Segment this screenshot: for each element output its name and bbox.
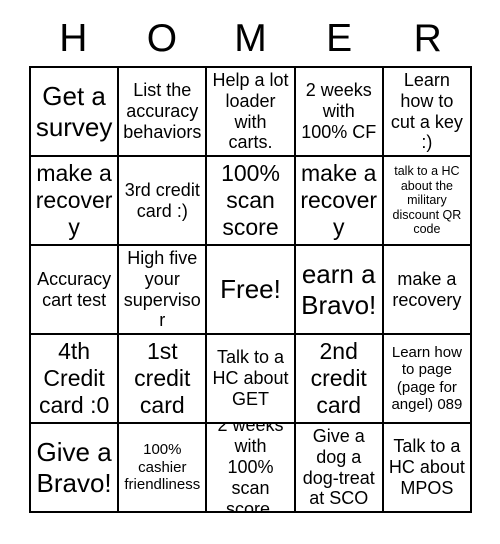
bingo-cell-label: 2 weeks with 100% CF [301, 80, 377, 142]
bingo-cell-r1c4[interactable]: 2 weeks with 100% CF [295, 68, 384, 157]
bingo-cell-label: 4th Credit card :0 [38, 338, 110, 418]
bingo-cell-r2c1[interactable]: make a recovery [31, 157, 120, 246]
bingo-cell-label: make a recovery [300, 160, 378, 240]
bingo-card: H O M E R Get a survey List the accuracy… [29, 10, 473, 513]
bingo-cell-label: Learn how to page (page for angel) 089 [391, 343, 463, 413]
header-letter-4: E [326, 16, 353, 60]
bingo-cell-label: earn a Bravo! [301, 259, 377, 320]
bingo-cell-r3c2[interactable]: High five your supervisor [119, 246, 208, 335]
bingo-cell-r4c5[interactable]: Learn how to page (page for angel) 089 [383, 335, 473, 424]
bingo-cell-label: 100% cashier friendliness [124, 441, 201, 494]
bingo-cell-label: Give a dog a dog-treat at SCO [302, 425, 375, 509]
bingo-cell-label: Help a lot loader with carts. [212, 69, 289, 153]
bingo-cell-r5c3[interactable]: 2 weeks with 100% scan score. [207, 424, 296, 513]
bingo-cell-label: 2nd credit card [310, 338, 367, 418]
bingo-cell-r2c5[interactable]: talk to a HC about the military discount… [383, 157, 473, 246]
bingo-cell-r1c3[interactable]: Help a lot loader with carts. [207, 68, 296, 157]
bingo-row: Accuracy cart test High five your superv… [31, 246, 473, 335]
bingo-cell-free-space[interactable]: Free! [207, 246, 296, 335]
bingo-cell-label: Talk to a HC about MPOS [388, 436, 465, 498]
bingo-cell-label: Get a survey [35, 81, 113, 142]
bingo-cell-label: High five your supervisor [123, 247, 201, 331]
bingo-cell-label: List the accuracy behaviors [123, 80, 202, 142]
bingo-row: Get a survey List the accuracy behaviors… [31, 68, 473, 157]
bingo-cell-label: Free! [220, 274, 281, 305]
bingo-cell-label: talk to a HC about the military discount… [392, 164, 462, 237]
header-letter-3: M [234, 16, 267, 60]
bingo-cell-r5c1[interactable]: Give a Bravo! [31, 424, 120, 513]
bingo-cell-label: 100% scan score [221, 160, 280, 240]
bingo-cell-r2c2[interactable]: 3rd credit card :) [119, 157, 208, 246]
bingo-cell-r4c1[interactable]: 4th Credit card :0 [31, 335, 120, 424]
bingo-header: H O M E R [29, 10, 472, 66]
bingo-cell-r1c2[interactable]: List the accuracy behaviors [119, 68, 208, 157]
bingo-cell-r3c1[interactable]: Accuracy cart test [31, 246, 120, 335]
bingo-cell-label: Learn how to cut a key :) [390, 69, 463, 153]
bingo-cell-label: 3rd credit card :) [124, 179, 200, 221]
bingo-cell-label: Talk to a HC about GET [212, 347, 289, 409]
bingo-cell-r4c3[interactable]: Talk to a HC about GET [207, 335, 296, 424]
bingo-cell-label: make a recovery [392, 268, 462, 310]
header-letter-2: O [146, 16, 178, 60]
bingo-cell-r2c4[interactable]: make a recovery [295, 157, 384, 246]
bingo-cell-r4c4[interactable]: 2nd credit card [295, 335, 384, 424]
bingo-cell-label: 2 weeks with 100% scan score. [217, 424, 284, 513]
bingo-cell-label: Accuracy cart test [37, 268, 112, 310]
bingo-row: make a recovery 3rd credit card :) 100% … [31, 157, 473, 246]
bingo-grid: Get a survey List the accuracy behaviors… [29, 66, 473, 513]
bingo-cell-r4c2[interactable]: 1st credit card [119, 335, 208, 424]
bingo-row: Give a Bravo! 100% cashier friendliness … [31, 424, 473, 513]
bingo-cell-r5c2[interactable]: 100% cashier friendliness [119, 424, 208, 513]
bingo-cell-label: Give a Bravo! [36, 437, 112, 498]
bingo-cell-r2c3[interactable]: 100% scan score [207, 157, 296, 246]
bingo-cell-r1c5[interactable]: Learn how to cut a key :) [383, 68, 473, 157]
bingo-cell-r3c4[interactable]: earn a Bravo! [295, 246, 384, 335]
bingo-cell-r5c5[interactable]: Talk to a HC about MPOS [383, 424, 473, 513]
bingo-cell-label: make a recovery [35, 160, 113, 240]
header-letter-1: H [59, 16, 88, 60]
bingo-cell-r5c4[interactable]: Give a dog a dog-treat at SCO [295, 424, 384, 513]
bingo-cell-r1c1[interactable]: Get a survey [31, 68, 120, 157]
bingo-row: 4th Credit card :0 1st credit card Talk … [31, 335, 473, 424]
bingo-cell-label: 1st credit card [134, 338, 191, 418]
bingo-cell-r3c5[interactable]: make a recovery [383, 246, 473, 335]
header-letter-5: R [413, 16, 442, 60]
